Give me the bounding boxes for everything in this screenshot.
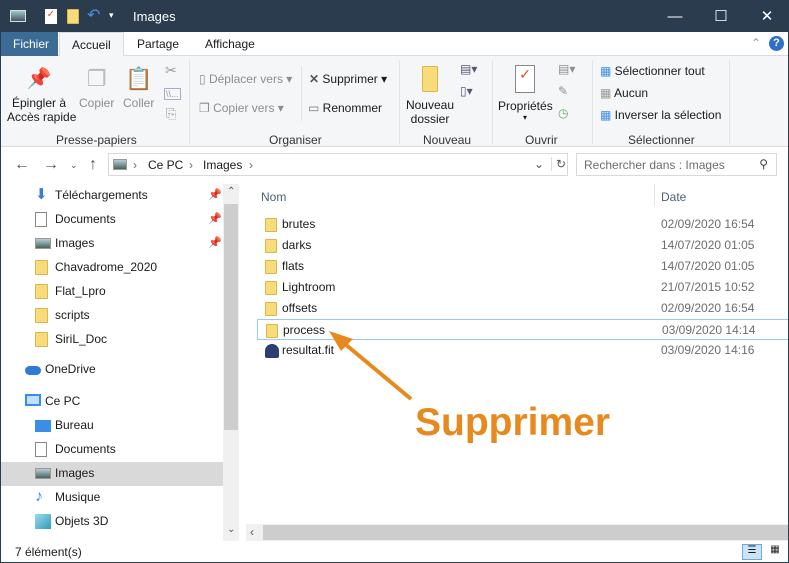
status-bar: 7 élément(s) ☰ ▦	[1, 541, 788, 562]
explorer-window: ✓ ↶ ▾ Images — ☐ ✕ Fichier Accueil Parta…	[0, 0, 789, 563]
arrow-line	[337, 337, 413, 401]
annotation-arrow	[329, 331, 413, 401]
details-view-button[interactable]: ☰	[742, 544, 762, 560]
annotation-label: Supprimer	[415, 401, 611, 444]
large-icons-view-button[interactable]: ▦	[765, 544, 785, 560]
item-count: 7 élément(s)	[15, 545, 82, 559]
